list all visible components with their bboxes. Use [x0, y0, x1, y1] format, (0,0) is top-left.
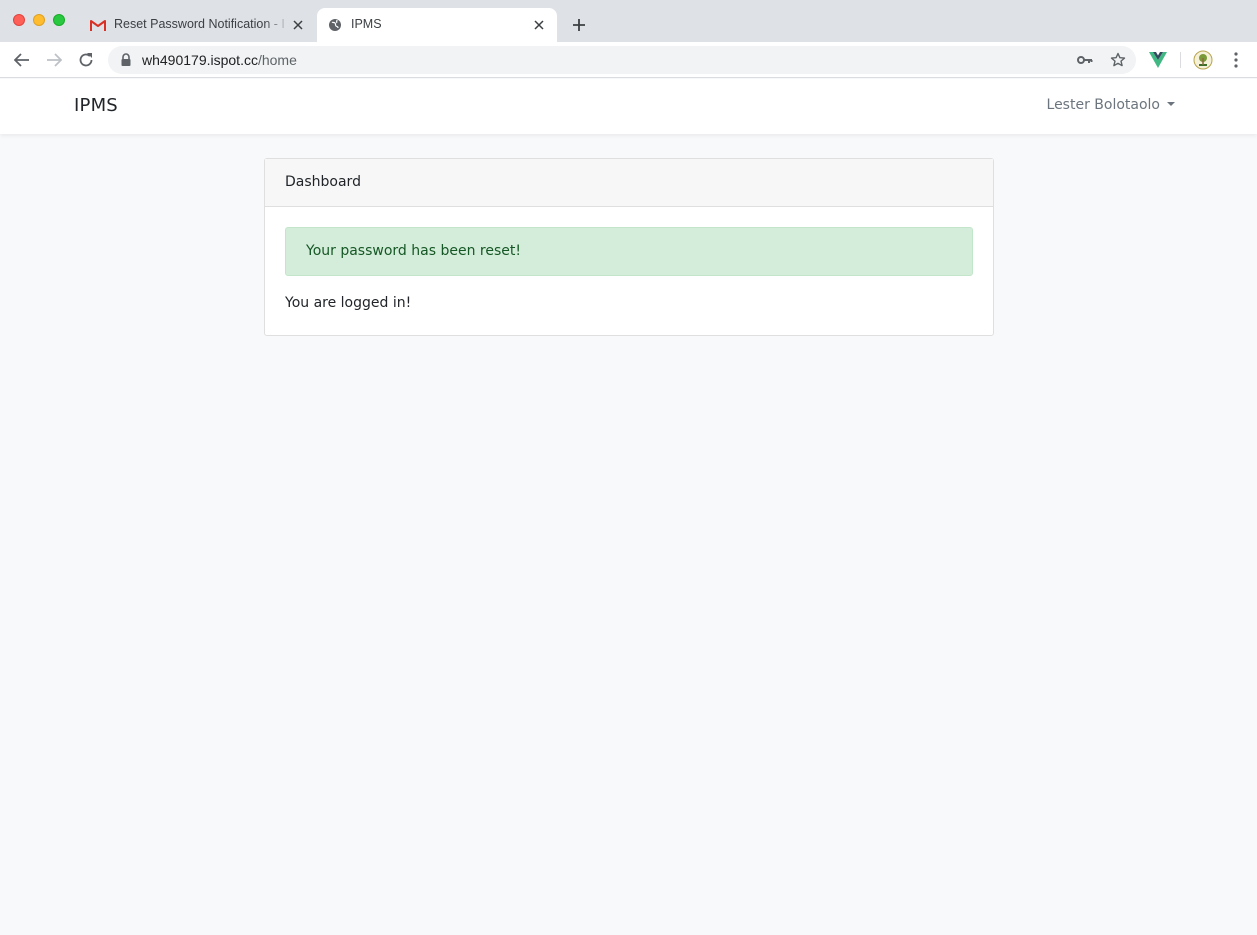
window-minimize-button[interactable] [33, 14, 45, 26]
user-dropdown[interactable]: Lester Bolotaolo [1047, 97, 1175, 113]
login-status-text: You are logged in! [285, 295, 412, 311]
card-header: Dashboard [265, 159, 993, 207]
window-maximize-button[interactable] [53, 14, 65, 26]
user-name: Lester Bolotaolo [1046, 97, 1160, 113]
url-host: wh490179.ispot.cc [142, 52, 258, 68]
success-alert: Your password has been reset! [285, 227, 973, 276]
toolbar-divider [1180, 52, 1181, 68]
back-arrow-icon[interactable] [12, 50, 32, 70]
vue-devtools-icon[interactable] [1148, 50, 1168, 70]
brand-logo[interactable]: IPMS [74, 95, 118, 116]
window-close-button[interactable] [13, 14, 25, 26]
browser-tab-strip: Reset Password Notification - I IPMS [0, 0, 1257, 42]
lock-icon [120, 53, 132, 67]
url-text[interactable]: wh490179.ispot.cc/home [142, 52, 297, 68]
forward-arrow-icon[interactable] [44, 50, 64, 70]
gmail-icon [90, 17, 106, 33]
url-path: /home [257, 52, 297, 68]
close-tab-icon[interactable] [290, 17, 306, 33]
browser-tab-ipms[interactable]: IPMS [317, 8, 557, 42]
caret-down-icon [1167, 102, 1175, 106]
browser-toolbar: wh490179.ispot.cc/home [0, 42, 1257, 78]
key-icon[interactable] [1076, 51, 1094, 69]
app-navbar: IPMS Lester Bolotaolo [0, 79, 1257, 134]
more-menu-icon[interactable] [1226, 50, 1246, 70]
bookmark-star-icon[interactable] [1109, 51, 1127, 69]
address-bar[interactable]: wh490179.ispot.cc/home [108, 46, 1136, 74]
reload-icon[interactable] [76, 50, 96, 70]
tab-title: IPMS [351, 17, 382, 31]
tab-title: Reset Password Notification - I [114, 17, 285, 31]
new-tab-icon[interactable] [569, 15, 589, 35]
close-tab-icon[interactable] [531, 17, 547, 33]
globe-icon [327, 17, 343, 33]
profile-avatar[interactable] [1193, 50, 1213, 70]
dashboard-card: Dashboard Your password has been reset! … [264, 158, 994, 336]
browser-tab-reset-password[interactable]: Reset Password Notification - I [80, 8, 316, 42]
